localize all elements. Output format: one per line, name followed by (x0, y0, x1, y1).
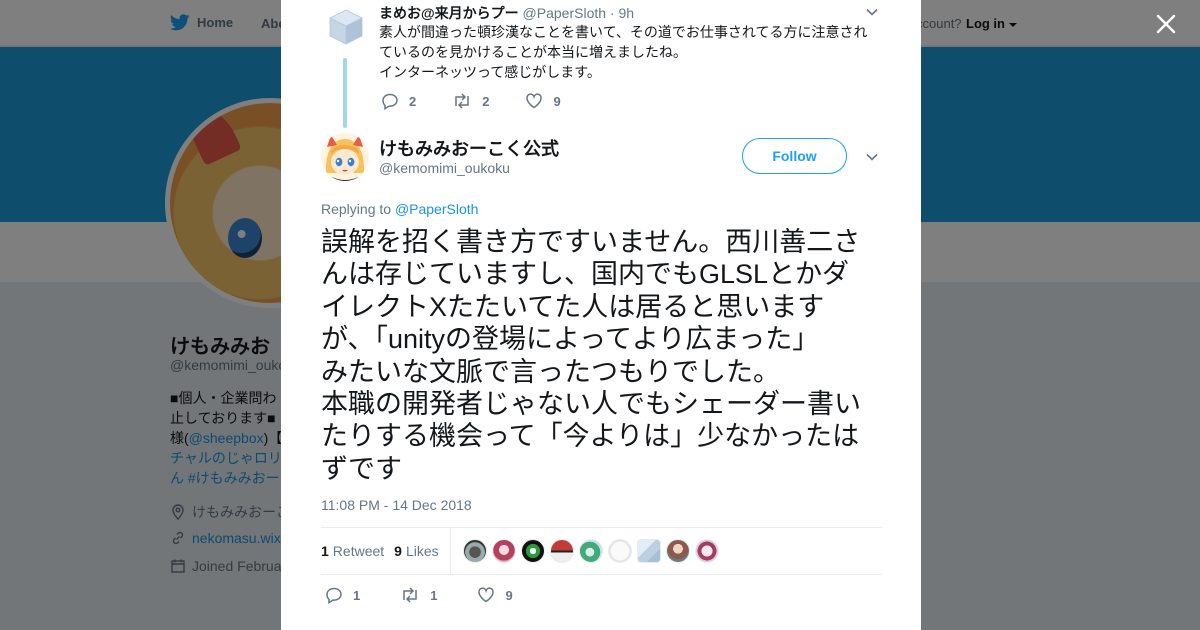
tweet-text-line: イレクトXたたいてた人は居ると思います (321, 291, 825, 322)
tweet-timestamp[interactable]: 11:08 PM - 14 Dec 2018 (321, 497, 472, 513)
heart-icon (526, 93, 543, 109)
replying-prefix: Replying to (321, 201, 392, 217)
tweet-text-line: が、「unityの登場によってより広まった」 (321, 324, 820, 355)
like-count: 9 (553, 93, 561, 109)
reply-count: 2 (409, 93, 417, 109)
reply-button[interactable]: 2 (381, 92, 416, 110)
like-stat-label: Likes (405, 543, 439, 559)
follow-button[interactable]: Follow (742, 138, 847, 174)
retweet-button[interactable]: 2 (452, 92, 489, 110)
liker-avatar[interactable] (491, 539, 516, 563)
parent-text-line: ているのを見かけることが本当に増えましたね。 (379, 44, 687, 60)
thread-connector-line (343, 58, 347, 128)
replying-to: Replying to @PaperSloth (321, 201, 478, 217)
tweet-modal: まめお@来月からプー @PaperSloth · 9h 素人が間違った頓珍漢なこ… (281, 0, 921, 630)
liker-avatar[interactable] (549, 539, 574, 563)
reply-icon (382, 93, 398, 110)
retweet-stat-count: 1 (321, 543, 329, 559)
liker-avatar[interactable] (636, 539, 661, 563)
liker-avatar[interactable] (694, 539, 719, 563)
tweet-text-line: ずです (321, 453, 402, 484)
parent-text-line: 素人が間違った頓珍漢なことを書いて、その道でお仕事されてる方に注意され (379, 24, 868, 40)
liker-avatar[interactable] (462, 539, 487, 563)
liker-avatars (462, 539, 724, 563)
tweet-text-line: 本職の開発者じゃない人でもシェーダー書い (321, 389, 861, 420)
chevron-down-icon[interactable] (865, 150, 879, 164)
retweet-icon (403, 587, 417, 603)
reply-count: 1 (353, 587, 361, 603)
anime-avatar-illustration (321, 133, 369, 181)
parent-author-handle[interactable]: @PaperSloth (523, 5, 606, 21)
parent-author-name[interactable]: まめお@来月からプー (379, 5, 519, 21)
like-stat[interactable]: 9 Likes (394, 543, 438, 559)
retweet-stat[interactable]: 1 Retweet (321, 543, 384, 559)
retweet-button[interactable]: 1 (400, 586, 437, 604)
heart-icon (478, 587, 495, 603)
liker-avatar[interactable] (520, 539, 545, 563)
parent-avatar-cube[interactable] (327, 8, 365, 46)
retweet-count: 2 (482, 93, 490, 109)
liker-avatar[interactable] (665, 539, 690, 563)
retweet-count: 1 (430, 587, 438, 603)
retweet-icon (455, 93, 469, 109)
chevron-down-icon[interactable] (865, 5, 879, 19)
like-stat-count: 9 (394, 543, 402, 559)
parent-tweet[interactable]: まめお@来月からプー @PaperSloth · 9h 素人が間違った頓珍漢なこ… (281, 0, 921, 128)
replying-to-link[interactable]: @PaperSloth (395, 201, 478, 217)
parent-tweet-text: 素人が間違った頓珍漢なことを書いて、その道でお仕事されてる方に注意され ているの… (379, 22, 879, 82)
tweet-text: 誤解を招く書き方ですいません。西川善二さ んは存じていますし、国内でもGLSLと… (321, 226, 886, 485)
close-button[interactable] (1152, 10, 1180, 38)
author-avatar[interactable] (321, 133, 369, 181)
retweet-stat-label: Retweet (332, 543, 385, 559)
tweet-text-line: 誤解を招く書き方ですいません。西川善二さ (321, 227, 861, 257)
like-count: 9 (505, 587, 513, 603)
reply-icon (326, 587, 342, 604)
author-name[interactable]: けもみみおーこく公式 (379, 135, 559, 161)
liker-avatar[interactable] (607, 539, 632, 563)
close-icon (1156, 14, 1176, 34)
reply-button[interactable]: 1 (325, 586, 360, 604)
tweet-actions: 1 1 9 (325, 586, 553, 604)
stats-divider (449, 527, 451, 575)
tweet-text-line: んは存じていますし、国内でもGLSLとかダ (321, 259, 850, 290)
parent-text-line: インターネッツって感じがします。 (379, 64, 601, 80)
liker-avatar[interactable] (578, 539, 603, 563)
like-button[interactable]: 9 (477, 586, 513, 604)
parent-tweet-header: まめお@来月からプー @PaperSloth · 9h (379, 3, 634, 23)
tweet-text-line: たりする機会って「今よりは」少なかったは (321, 421, 860, 452)
author-handle[interactable]: @kemomimi_oukoku (379, 160, 510, 176)
tweet-stats: 1 Retweet 9 Likes (321, 527, 882, 575)
parent-tweet-actions: 2 2 9 (381, 92, 597, 110)
like-button[interactable]: 9 (525, 92, 561, 110)
tweet-text-line: みたいな文脈で言ったつもりでした。 (321, 356, 780, 387)
parent-tweet-time[interactable]: · 9h (610, 5, 634, 21)
